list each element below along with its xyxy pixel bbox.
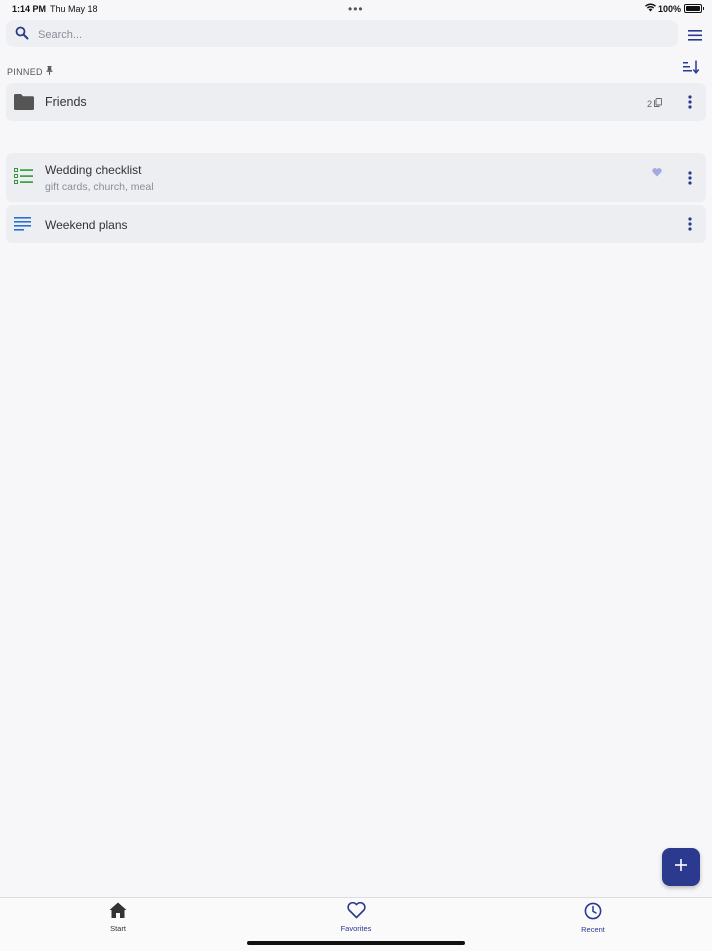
folder-icon — [14, 94, 34, 115]
checklist-subtitle: gift cards, church, meal — [45, 181, 154, 193]
multitasking-dots-icon[interactable]: ••• — [348, 2, 364, 16]
folder-count: 2 — [647, 98, 662, 109]
favorite-heart-icon — [652, 164, 662, 182]
checklist-title: Wedding checklist — [45, 163, 142, 177]
sort-icon[interactable] — [683, 60, 700, 79]
search-bar[interactable] — [6, 20, 678, 47]
tab-start-label: Start — [110, 924, 126, 933]
note-row-weekend[interactable]: Weekend plans — [6, 205, 706, 243]
status-bar: 1:14 PM Thu May 18 ••• 100% — [0, 0, 712, 18]
tab-favorites-label: Favorites — [340, 924, 372, 933]
pinned-section-header: PINNED — [7, 66, 53, 77]
search-icon — [15, 26, 29, 45]
battery-percent: 100% — [658, 4, 682, 14]
search-input[interactable] — [36, 24, 640, 45]
battery-icon — [684, 4, 704, 13]
status-date: Thu May 18 — [50, 4, 98, 14]
pinned-label: PINNED — [7, 66, 43, 77]
checklist-more-icon[interactable] — [686, 171, 694, 190]
battery-fill — [686, 6, 700, 11]
home-indicator — [247, 941, 465, 945]
tab-start[interactable]: Start — [78, 902, 158, 933]
copy-icon — [654, 98, 662, 109]
checklist-row-wedding[interactable]: Wedding checklist gift cards, church, me… — [6, 153, 706, 202]
home-icon — [78, 902, 158, 921]
tab-recent[interactable]: Recent — [553, 902, 633, 934]
note-title: Weekend plans — [45, 218, 128, 232]
plus-icon — [675, 858, 687, 876]
status-time: 1:14 PM — [12, 4, 47, 14]
hamburger-menu-icon[interactable] — [688, 28, 702, 46]
wifi-icon — [645, 3, 656, 14]
tab-favorites[interactable]: Favorites — [316, 901, 396, 933]
pin-icon — [46, 66, 53, 77]
folder-count-value: 2 — [647, 98, 653, 109]
checklist-icon — [14, 168, 33, 189]
folder-title: Friends — [45, 95, 87, 109]
add-button[interactable] — [662, 848, 700, 886]
tab-recent-label: Recent — [581, 925, 605, 934]
note-more-icon[interactable] — [686, 217, 694, 236]
folder-row-friends[interactable]: Friends 2 — [6, 83, 706, 121]
clock-icon — [553, 902, 633, 922]
heart-outline-icon — [316, 901, 396, 921]
folder-more-icon[interactable] — [686, 95, 694, 114]
note-lines-icon — [14, 217, 32, 236]
